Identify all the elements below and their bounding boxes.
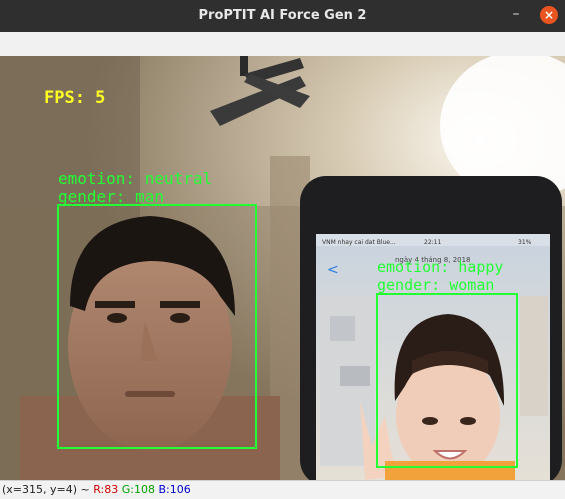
phone-back-icon: < bbox=[327, 262, 339, 278]
face1-emotion-label: emotion: neutral bbox=[58, 169, 212, 188]
camera-image: VNM nhay cai dat Blue... 22:11 31% < ngà… bbox=[0, 56, 565, 480]
phone-status-battery: 31% bbox=[518, 239, 532, 246]
phone-status-left: VNM nhay cai dat Blue... bbox=[322, 239, 396, 246]
pixel-g-value: G:108 bbox=[121, 483, 155, 496]
phone: VNM nhay cai dat Blue... 22:11 31% < ngà… bbox=[300, 176, 562, 480]
fps-label: FPS: 5 bbox=[44, 88, 105, 108]
pixel-r-value: R:83 bbox=[93, 483, 119, 496]
close-button[interactable]: × bbox=[540, 6, 558, 24]
face1-gender-label: gender: man bbox=[58, 187, 164, 206]
pixel-b-value: B:106 bbox=[158, 483, 191, 496]
title-bar: ProPTIT AI Force Gen 2 – × bbox=[0, 0, 565, 32]
toolbar bbox=[0, 32, 565, 57]
face2-gender-label: gender: woman bbox=[377, 276, 494, 294]
minimize-button[interactable]: – bbox=[507, 7, 525, 25]
window-title: ProPTIT AI Force Gen 2 bbox=[198, 8, 367, 23]
video-frame: VNM nhay cai dat Blue... 22:11 31% < ngà… bbox=[0, 56, 565, 480]
face2-emotion-label: emotion: happy bbox=[377, 258, 503, 276]
cursor-coordinates: (x=315, y=4) ~ bbox=[2, 483, 90, 496]
phone-status-time: 22:11 bbox=[424, 239, 441, 246]
status-bar: (x=315, y=4) ~ R:83 G:108 B:106 bbox=[0, 480, 565, 499]
